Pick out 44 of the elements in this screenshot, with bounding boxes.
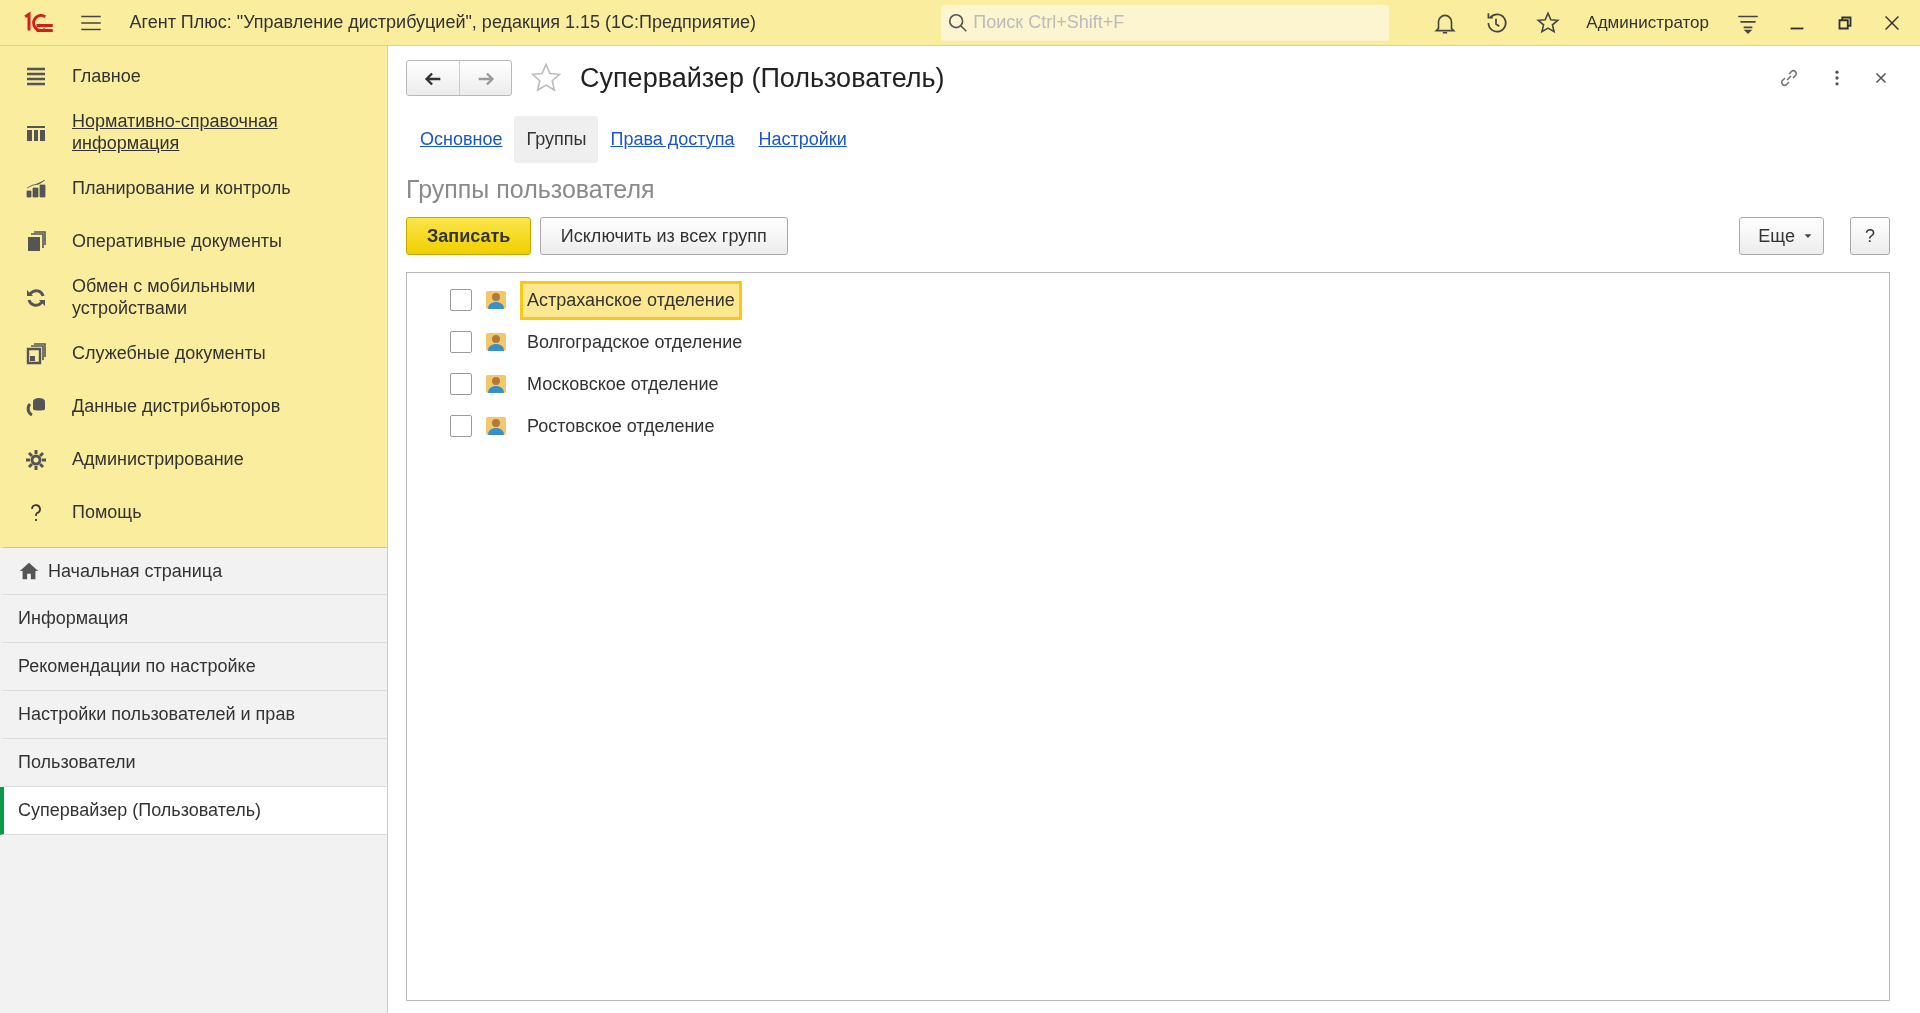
user-group-icon (484, 372, 508, 396)
help-button[interactable]: ? (1850, 217, 1890, 255)
group-name[interactable]: Астраханское отделение (520, 280, 742, 320)
window-title: Агент Плюс: "Управление дистрибуцией", редакция 1.15 (1С:Предприятие) (129, 11, 756, 34)
form-tab[interactable]: Настройки (746, 115, 859, 163)
search-field[interactable]: Поиск Ctrl+Shift+F (941, 4, 1390, 41)
section-link[interactable]: Данные дистрибьюторов (72, 396, 281, 418)
group-name[interactable]: Московское отделение (520, 364, 726, 404)
section-link[interactable]: Планирование и контроль (72, 177, 291, 200)
checkbox[interactable] (450, 373, 472, 395)
checkbox[interactable] (450, 289, 472, 311)
star-icon[interactable] (1534, 9, 1561, 36)
open-window-tab[interactable]: Информация (0, 595, 387, 644)
user-group-icon (484, 288, 508, 312)
save-button[interactable]: Записать (406, 217, 532, 255)
form-tab[interactable]: Права доступа (598, 115, 747, 163)
form-tab[interactable]: Основное (408, 115, 515, 163)
open-window-tab[interactable]: Настройки пользователей и прав (0, 691, 387, 740)
user-group-icon (484, 330, 508, 354)
section-link[interactable]: Служебные документы (72, 343, 266, 365)
section-link[interactable]: Помощь (72, 502, 142, 524)
caret-icon (1803, 231, 1814, 241)
checkbox[interactable] (450, 415, 472, 437)
gear-icon (24, 447, 48, 472)
documents-icon (24, 341, 48, 366)
checkbox[interactable] (450, 331, 472, 353)
form-tab[interactable]: Группы (514, 115, 599, 163)
more-button[interactable]: Еще (1739, 217, 1825, 255)
section-heading: Группы пользователя (406, 174, 656, 205)
section-link[interactable]: Обмен с мобильными устройствами (72, 276, 332, 320)
section-link[interactable]: Администрирование (72, 449, 244, 471)
group-name[interactable]: Ростовское отделение (520, 406, 722, 446)
exclude-button[interactable]: Исключить из всех групп (539, 217, 788, 255)
user-name[interactable]: Администратор (1586, 9, 1709, 36)
group-name[interactable]: Волгоградское отделение (520, 322, 750, 362)
section-link[interactable]: Оперативные документы (72, 230, 283, 253)
form-title: Супервайзер (Пользователь) (580, 62, 945, 95)
section-link[interactable]: Главное (72, 65, 141, 88)
section-link[interactable]: Нормативно-справочная информация (72, 111, 332, 155)
open-window-tab[interactable]: Рекомендации по настройке (0, 643, 387, 692)
user-group-icon (484, 414, 508, 438)
search-icon (947, 11, 970, 34)
open-window-tab[interactable]: Начальная страница (0, 547, 387, 596)
open-window-tab[interactable]: Супервайзер (Пользователь) (0, 787, 387, 836)
